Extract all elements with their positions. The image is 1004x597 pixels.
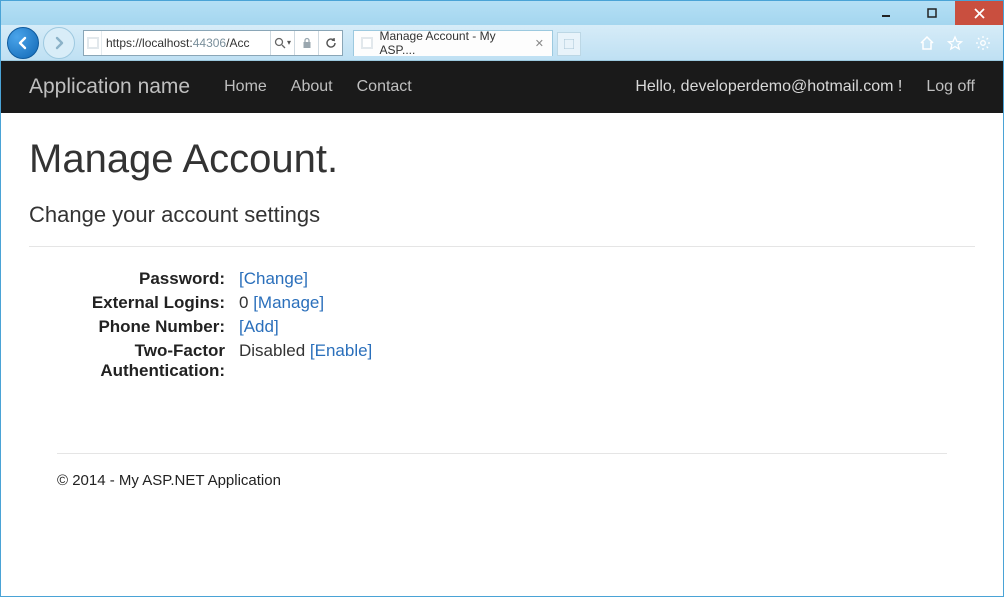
page-favicon xyxy=(84,31,102,55)
page-viewport: Application name Home About Contact Hell… xyxy=(1,61,1003,596)
close-button[interactable] xyxy=(955,1,1003,25)
row-two-factor: Two-Factor Authentication: Disabled [Ena… xyxy=(29,339,975,383)
title-bar xyxy=(1,1,1003,25)
new-tab-button[interactable] xyxy=(557,32,581,56)
site-navbar: Application name Home About Contact Hell… xyxy=(1,61,1003,113)
refresh-button[interactable] xyxy=(318,31,342,55)
url-scheme: https:// xyxy=(106,36,142,50)
forward-button[interactable] xyxy=(43,27,75,59)
url-path: /Acc xyxy=(226,36,249,50)
page-title: Manage Account. xyxy=(29,137,975,182)
nav-contact[interactable]: Contact xyxy=(357,78,412,96)
nav-logoff[interactable]: Log off xyxy=(926,78,975,96)
minimize-button[interactable] xyxy=(863,1,909,25)
browser-window: https://localhost:44306/Acc ▾ Manage Acc… xyxy=(0,0,1004,597)
url-port: 44306 xyxy=(193,36,226,50)
label-password: Password: xyxy=(29,269,239,289)
link-enable-two-factor[interactable]: [Enable] xyxy=(310,341,372,360)
lock-icon[interactable] xyxy=(294,31,318,55)
gear-icon[interactable] xyxy=(975,35,991,51)
footer-text: © 2014 - My ASP.NET Application xyxy=(57,472,281,489)
favorites-icon[interactable] xyxy=(947,35,963,51)
nav-about[interactable]: About xyxy=(291,78,333,96)
url-input[interactable]: https://localhost:44306/Acc xyxy=(102,31,270,55)
site-footer: © 2014 - My ASP.NET Application xyxy=(57,453,947,489)
row-password: Password: [Change] xyxy=(29,267,975,291)
content-area: Manage Account. Change your account sett… xyxy=(1,113,1003,501)
tab-active[interactable]: Manage Account - My ASP.... ✕ xyxy=(353,30,553,56)
page-subtitle: Change your account settings xyxy=(29,202,975,228)
command-bar: https://localhost:44306/Acc ▾ Manage Acc… xyxy=(1,25,1003,61)
link-manage-external[interactable]: [Manage] xyxy=(253,293,324,312)
label-phone-number: Phone Number: xyxy=(29,317,239,337)
home-icon[interactable] xyxy=(919,35,935,51)
label-two-factor: Two-Factor Authentication: xyxy=(29,341,239,381)
brand-link[interactable]: Application name xyxy=(29,75,190,99)
maximize-button[interactable] xyxy=(909,1,955,25)
tab-favicon xyxy=(360,36,374,50)
url-host: localhost: xyxy=(142,36,193,50)
chrome-right-icons xyxy=(919,35,997,51)
back-button[interactable] xyxy=(7,27,39,59)
divider xyxy=(29,246,975,247)
external-login-count: 0 xyxy=(239,293,248,312)
address-bar: https://localhost:44306/Acc ▾ xyxy=(83,30,343,56)
tab-title: Manage Account - My ASP.... xyxy=(380,29,529,57)
tab-close-icon[interactable]: ✕ xyxy=(535,37,544,50)
label-external-logins: External Logins: xyxy=(29,293,239,313)
search-icon[interactable]: ▾ xyxy=(270,31,294,55)
row-phone-number: Phone Number: [Add] xyxy=(29,315,975,339)
tab-strip: Manage Account - My ASP.... ✕ xyxy=(353,30,581,56)
link-change-password[interactable]: [Change] xyxy=(239,269,308,288)
nav-greeting[interactable]: Hello, developerdemo@hotmail.com ! xyxy=(635,78,902,96)
two-factor-status: Disabled xyxy=(239,341,305,360)
row-external-logins: External Logins: 0 [Manage] xyxy=(29,291,975,315)
link-add-phone[interactable]: [Add] xyxy=(239,317,279,336)
nav-home[interactable]: Home xyxy=(224,78,267,96)
